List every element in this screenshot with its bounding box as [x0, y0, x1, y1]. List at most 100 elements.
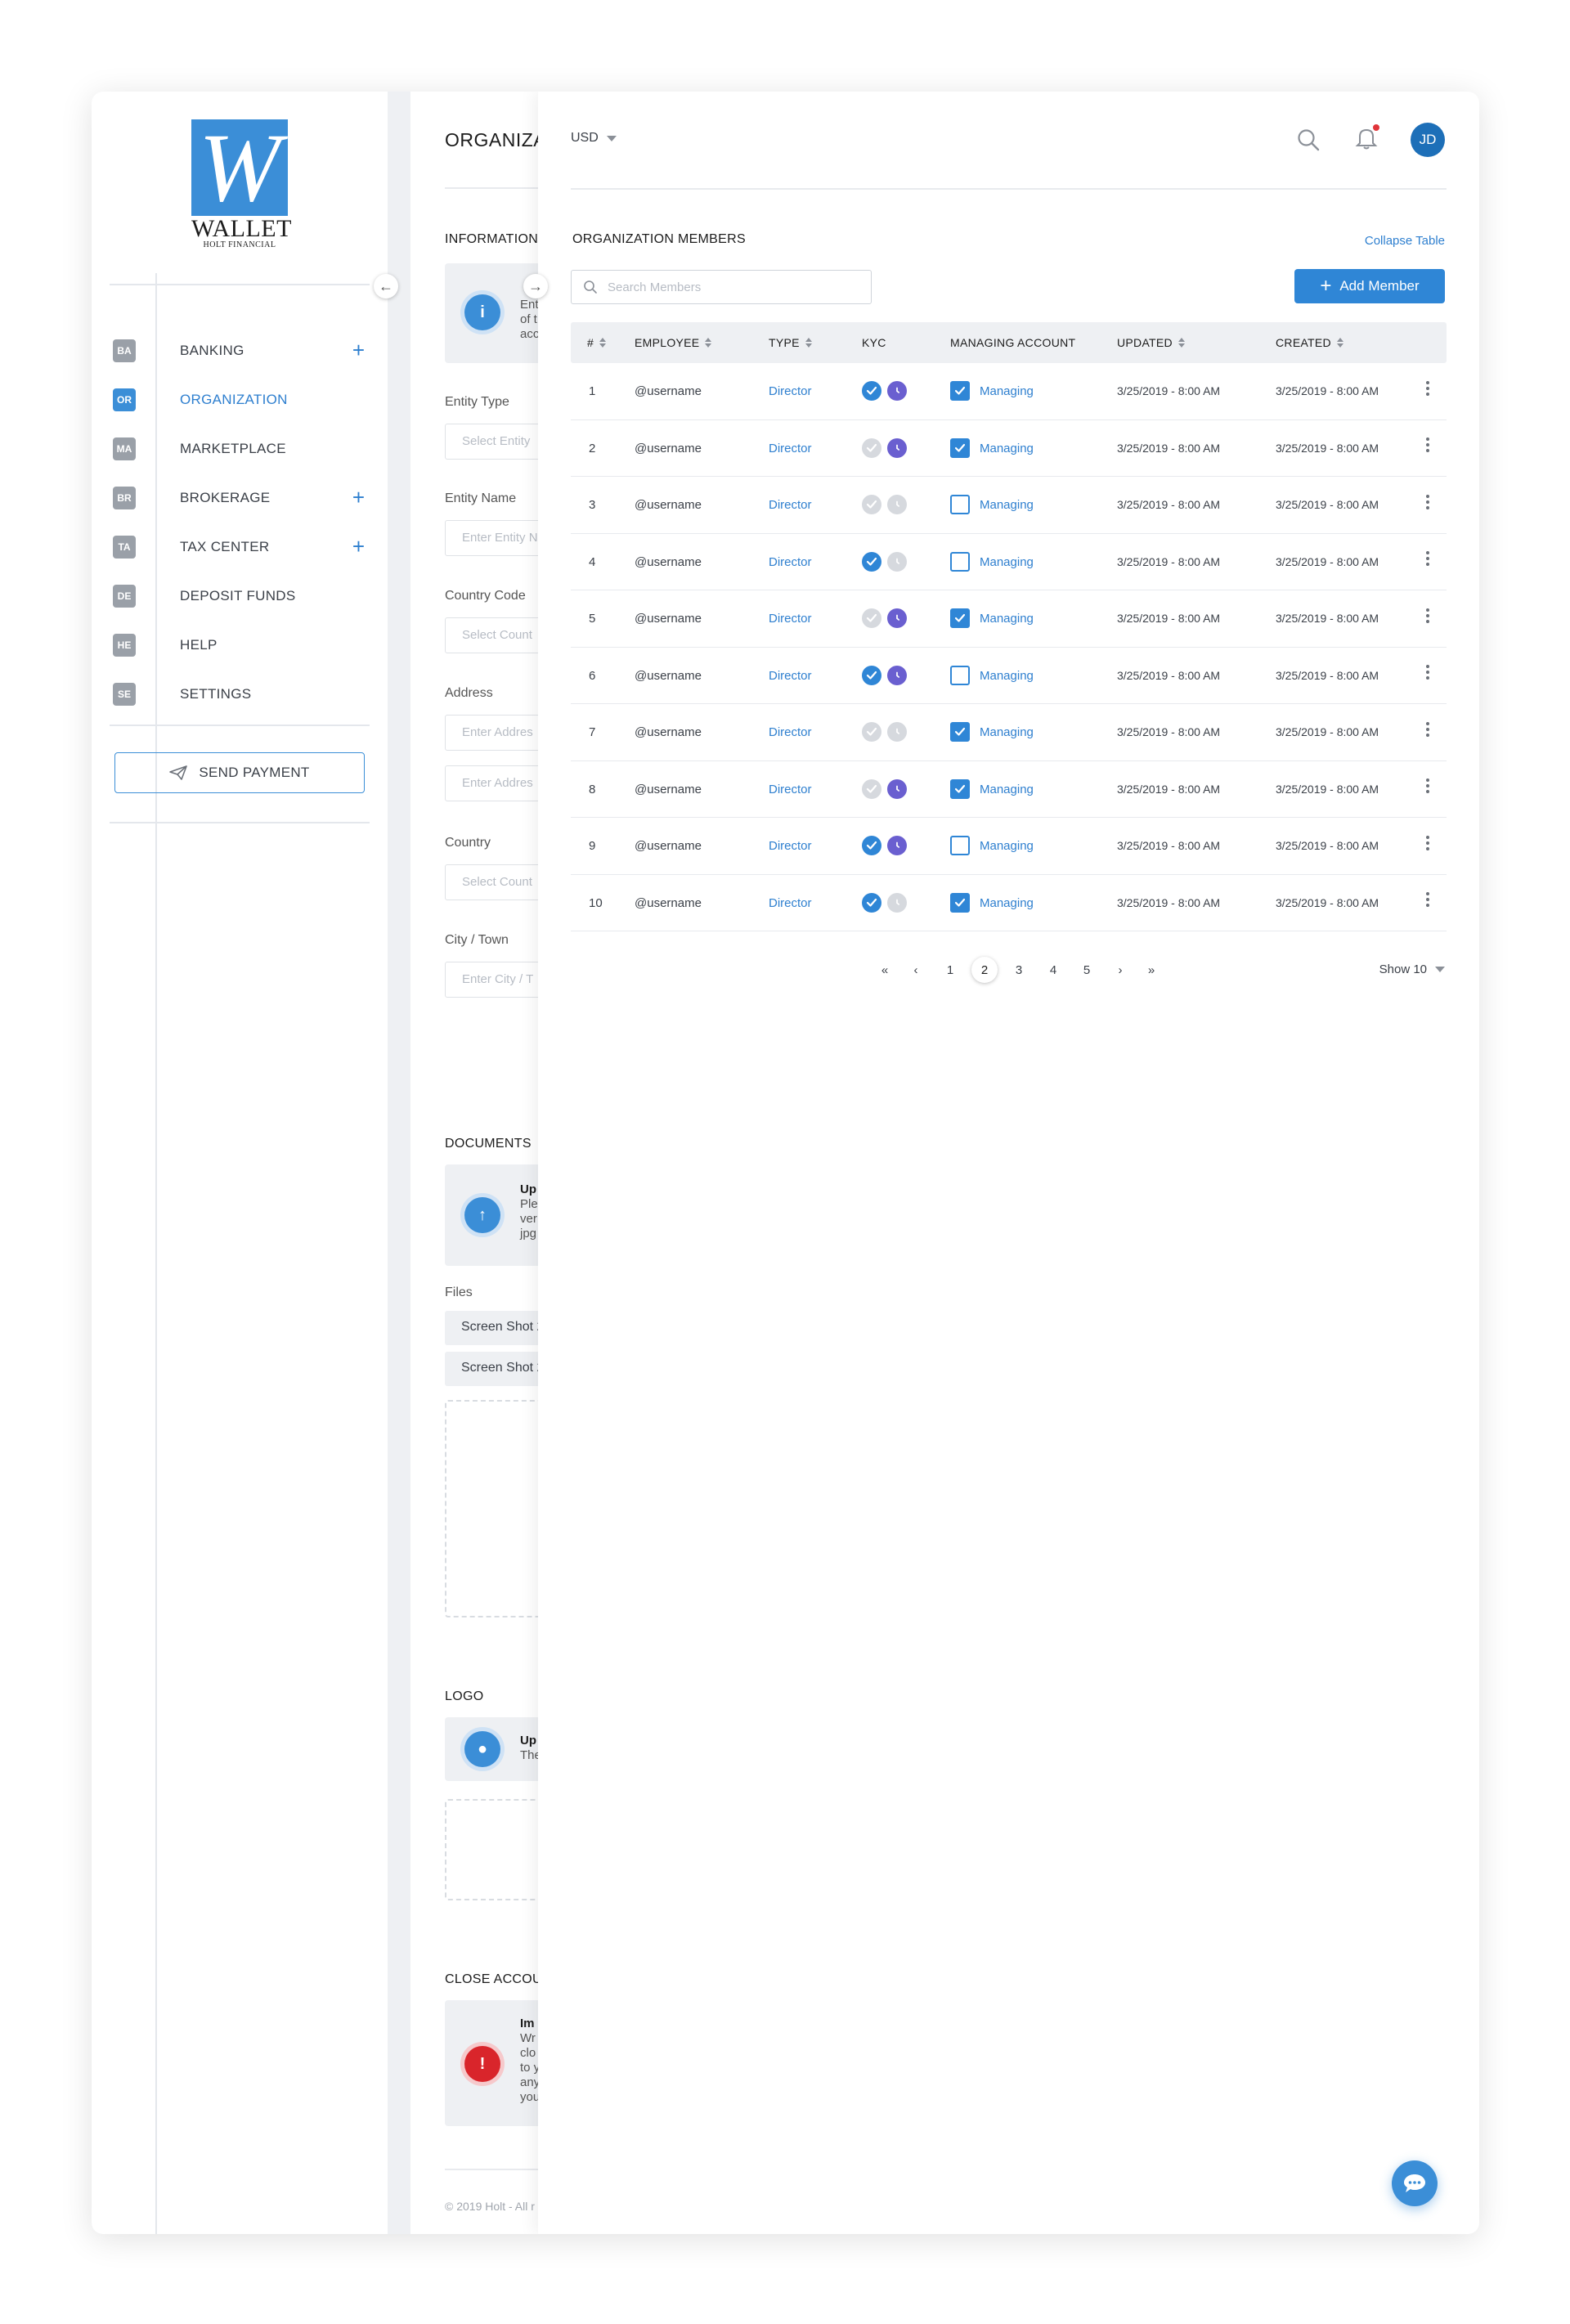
managing-checkbox[interactable]	[950, 892, 970, 913]
column-type[interactable]: TYPE	[769, 336, 812, 349]
employee-type-link[interactable]: Director	[769, 783, 812, 796]
table-row[interactable]: 4 @username Director Managing 3/25/2019 - 8:…	[571, 534, 1447, 590]
sidebar-item-settings[interactable]: SE SETTINGS	[113, 678, 375, 711]
plus-icon[interactable]: +	[352, 487, 365, 508]
notification-dot	[1373, 123, 1379, 131]
row-menu-icon[interactable]	[1425, 778, 1430, 795]
column-number[interactable]: #	[587, 336, 607, 349]
managing-checkbox[interactable]	[950, 437, 970, 458]
page-5[interactable]: 5	[1074, 957, 1100, 983]
row-menu-icon[interactable]	[1425, 437, 1430, 454]
row-menu-icon[interactable]	[1425, 664, 1430, 681]
kyc-status	[862, 437, 913, 458]
sidebar-item-deposit-funds[interactable]: DE DEPOSIT FUNDS	[113, 580, 375, 612]
employee-type-link[interactable]: Director	[769, 839, 812, 853]
employee-type-link[interactable]: Director	[769, 896, 812, 910]
panel-expand-button[interactable]: →	[523, 274, 548, 298]
next-page-icon[interactable]: ›	[1107, 957, 1133, 983]
page-3[interactable]: 3	[1006, 957, 1032, 983]
employee-type-link[interactable]: Director	[769, 669, 812, 683]
kyc-verified-icon	[862, 381, 881, 401]
prev-page-icon[interactable]: ‹	[903, 957, 929, 983]
employee-type-link[interactable]: Director	[769, 498, 812, 512]
managing-label: Managing	[980, 498, 1034, 512]
page-2-current[interactable]: 2	[971, 957, 998, 983]
send-payment-button[interactable]: SEND PAYMENT	[114, 752, 365, 793]
managing-label: Managing	[980, 384, 1034, 398]
row-menu-icon[interactable]	[1425, 550, 1430, 568]
managing-checkbox[interactable]	[950, 608, 970, 628]
send-payment-label: SEND PAYMENT	[199, 765, 310, 780]
row-menu-icon[interactable]	[1425, 891, 1430, 909]
employee-type-link[interactable]: Director	[769, 555, 812, 569]
managing-checkbox[interactable]	[950, 778, 970, 799]
row-menu-icon[interactable]	[1425, 720, 1430, 738]
last-page-icon[interactable]: »	[1138, 957, 1164, 983]
row-menu-icon[interactable]	[1425, 834, 1430, 851]
collapse-table-link[interactable]: Collapse Table	[1365, 234, 1445, 248]
sidebar-item-marketplace[interactable]: MA MARKETPLACE	[113, 433, 375, 465]
search-icon[interactable]	[1296, 128, 1321, 152]
members-panel: USD JD ORGANIZATION MEMBERS Collapse Tab…	[538, 92, 1479, 2234]
sidebar-item-tax-center[interactable]: TA TAX CENTER +	[113, 531, 375, 563]
employee-username: @username	[635, 725, 702, 739]
created-date: 3/25/2019 - 8:00 AM	[1276, 895, 1379, 909]
kyc-pending-icon	[887, 495, 907, 514]
sidebar-collapse-button[interactable]: ←	[374, 274, 398, 298]
employee-type-link[interactable]: Director	[769, 725, 812, 739]
table-header: # EMPLOYEE TYPE KYC MANAGING ACCOUNT UPD…	[571, 322, 1447, 363]
row-number: 9	[589, 839, 596, 853]
managing-checkbox[interactable]	[950, 551, 970, 572]
kyc-verified-icon	[862, 608, 881, 628]
table-row[interactable]: 7 @username Director Managing 3/25/2019 - 8:…	[571, 704, 1447, 761]
employee-type-link[interactable]: Director	[769, 442, 812, 455]
table-row[interactable]: 1 @username Director Managing 3/25/2019 - 8:…	[571, 363, 1447, 420]
table-row[interactable]: 5 @username Director Managing 3/25/2019 - 8:…	[571, 590, 1447, 648]
notifications-button[interactable]	[1355, 123, 1379, 155]
currency-select[interactable]: USD	[571, 131, 617, 146]
column-employee[interactable]: EMPLOYEE	[635, 336, 712, 349]
updated-date: 3/25/2019 - 8:00 AM	[1117, 612, 1221, 625]
avatar[interactable]: JD	[1411, 123, 1445, 157]
page-size-select[interactable]: Show 10	[1379, 962, 1445, 976]
table-row[interactable]: 6 @username Director Managing 3/25/2019 - 8:…	[571, 648, 1447, 704]
kyc-pending-icon	[887, 608, 907, 628]
plus-icon[interactable]: +	[352, 339, 365, 361]
employee-username: @username	[635, 441, 702, 455]
employee-type-link[interactable]: Director	[769, 384, 812, 398]
row-menu-icon[interactable]	[1425, 493, 1430, 510]
sidebar-item-badge: DE	[113, 585, 136, 608]
sidebar-item-organization[interactable]: OR ORGANIZATION	[113, 384, 375, 416]
search-members-input[interactable]: Search Members	[571, 270, 872, 304]
add-member-button[interactable]: + Add Member	[1294, 269, 1445, 303]
search-placeholder: Search Members	[608, 280, 702, 294]
sidebar-item-banking[interactable]: BA BANKING +	[113, 334, 375, 367]
sidebar-item-label: SETTINGS	[180, 686, 252, 702]
table-row[interactable]: 9 @username Director Managing 3/25/2019 - 8:…	[571, 818, 1447, 875]
managing-checkbox[interactable]	[950, 836, 970, 855]
page-4[interactable]: 4	[1040, 957, 1066, 983]
employee-type-link[interactable]: Director	[769, 612, 812, 626]
logo[interactable]: W WALLET HOLT FINANCIAL	[191, 119, 291, 254]
row-menu-icon[interactable]	[1425, 607, 1430, 624]
page-1[interactable]: 1	[937, 957, 963, 983]
chat-button[interactable]	[1392, 2160, 1438, 2206]
table-row[interactable]: 8 @username Director Managing 3/25/2019 - 8:…	[571, 761, 1447, 818]
first-page-icon[interactable]: «	[872, 957, 898, 983]
table-row[interactable]: 3 @username Director Managing 3/25/2019 - 8:…	[571, 477, 1447, 534]
table-row[interactable]: 10 @username Director Managing 3/25/2019 - 8…	[571, 875, 1447, 931]
kyc-pending-icon	[887, 836, 907, 855]
plus-icon[interactable]: +	[352, 536, 365, 557]
managing-checkbox[interactable]	[950, 381, 970, 401]
sidebar-item-brokerage[interactable]: BR BROKERAGE +	[113, 482, 375, 514]
managing-checkbox[interactable]	[950, 665, 970, 685]
managing-checkbox[interactable]	[950, 495, 970, 514]
managing-checkbox[interactable]	[950, 722, 970, 742]
column-updated[interactable]: UPDATED	[1117, 336, 1185, 349]
divider	[110, 725, 370, 726]
sidebar-item-help[interactable]: HE HELP	[113, 629, 375, 662]
row-menu-icon[interactable]	[1425, 379, 1430, 397]
table-row[interactable]: 2 @username Director Managing 3/25/2019 - 8:…	[571, 420, 1447, 477]
column-created[interactable]: CREATED	[1276, 336, 1343, 349]
sidebar: W WALLET HOLT FINANCIAL BA BANKING + OR ORGA…	[92, 92, 388, 2234]
